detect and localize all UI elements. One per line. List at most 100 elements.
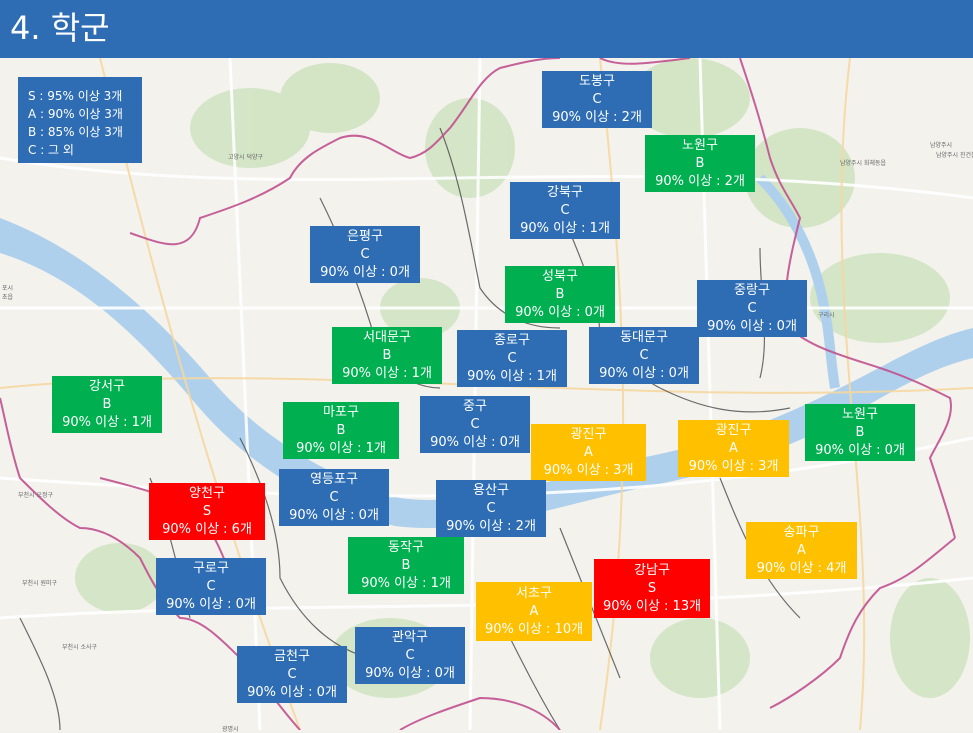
district-grade: C bbox=[592, 91, 602, 107]
district-grade: C bbox=[329, 489, 339, 505]
map-label: 남양주시 bbox=[930, 142, 953, 149]
district-stat: 90% 이상 : 0개 bbox=[289, 507, 379, 523]
district-box: 동작구 B 90% 이상 : 1개 bbox=[348, 537, 464, 594]
title-bar: 4. 학군 bbox=[0, 0, 973, 58]
district-grade: C bbox=[470, 416, 480, 432]
district-box: 양천구 S 90% 이상 : 6개 bbox=[149, 483, 265, 540]
district-stat: 90% 이상 : 1개 bbox=[296, 440, 386, 456]
district-name: 노원구 bbox=[682, 137, 718, 153]
page-title: 4. 학군 bbox=[10, 9, 110, 47]
district-box: 동대문구 C 90% 이상 : 0개 bbox=[589, 327, 699, 384]
district-grade: B bbox=[695, 155, 705, 171]
district-grade: A bbox=[584, 444, 593, 460]
district-box: 서대문구 B 90% 이상 : 1개 bbox=[332, 327, 442, 384]
district-grade: B bbox=[382, 347, 392, 363]
district-name: 종로구 bbox=[494, 332, 530, 348]
map-label: 부천시 오정구 bbox=[18, 492, 54, 499]
district-stat: 90% 이상 : 1개 bbox=[520, 220, 610, 236]
district-stat: 90% 이상 : 0개 bbox=[707, 318, 797, 334]
legend-item-s: S : 95% 이상 3개 bbox=[28, 89, 123, 103]
district-box: 중구 C 90% 이상 : 0개 bbox=[420, 396, 530, 453]
district-name: 관악구 bbox=[392, 629, 428, 645]
district-name: 구로구 bbox=[193, 560, 229, 576]
district-name: 노원구 bbox=[842, 406, 878, 422]
district-name: 양천구 bbox=[189, 485, 225, 501]
district-grade: B bbox=[102, 396, 112, 412]
district-grade: C bbox=[486, 500, 496, 516]
district-stat: 90% 이상 : 0개 bbox=[430, 434, 520, 450]
district-grade: C bbox=[287, 666, 297, 682]
map-label: 부천시 원미구 bbox=[22, 580, 58, 587]
district-grade: C bbox=[560, 202, 570, 218]
district-name: 금천구 bbox=[274, 648, 310, 664]
district-grade: C bbox=[639, 347, 649, 363]
district-box: 송파구 A 90% 이상 : 4개 bbox=[746, 522, 857, 579]
district-stat: 90% 이상 : 0개 bbox=[365, 665, 455, 681]
district-name: 도봉구 bbox=[579, 73, 615, 89]
district-grade: C bbox=[747, 300, 757, 316]
district-name: 서초구 bbox=[516, 585, 552, 601]
district-grade: B bbox=[855, 424, 865, 440]
district-box: 광진구 A 90% 이상 : 3개 bbox=[678, 420, 789, 477]
district-stat: 90% 이상 : 6개 bbox=[162, 521, 252, 537]
district-stat: 90% 이상 : 2개 bbox=[446, 518, 536, 534]
district-box: 강남구 S 90% 이상 : 13개 bbox=[594, 559, 710, 618]
legend-item-c: C : 그 외 bbox=[28, 143, 74, 157]
district-stat: 90% 이상 : 0개 bbox=[599, 365, 689, 381]
district-grade: S bbox=[647, 580, 657, 596]
map-label: 부천시 소사구 bbox=[62, 644, 98, 651]
grade-legend: S : 95% 이상 3개 A : 90% 이상 3개 B : 85% 이상 3… bbox=[18, 77, 142, 163]
district-stat: 90% 이상 : 3개 bbox=[543, 462, 634, 478]
district-box: 서초구 A 90% 이상 : 10개 bbox=[476, 582, 592, 641]
district-box: 영등포구 C 90% 이상 : 0개 bbox=[279, 469, 389, 526]
district-stat: 90% 이상 : 0개 bbox=[166, 596, 256, 612]
district-stat: 90% 이상 : 1개 bbox=[467, 368, 557, 384]
district-box: 중랑구 C 90% 이상 : 0개 bbox=[697, 280, 807, 337]
district-grade: A bbox=[729, 440, 738, 456]
district-name: 용산구 bbox=[473, 482, 509, 498]
district-box: 은평구 C 90% 이상 : 0개 bbox=[310, 226, 420, 283]
district-box: 노원구 B 90% 이상 : 2개 bbox=[645, 135, 755, 192]
district-name: 동작구 bbox=[388, 539, 424, 555]
map-label: 초읍 bbox=[2, 294, 14, 301]
district-stat: 90% 이상 : 10개 bbox=[484, 621, 584, 637]
legend-item-a: A : 90% 이상 3개 bbox=[28, 107, 123, 121]
district-grade: B bbox=[555, 286, 565, 302]
district-name: 강남구 bbox=[634, 562, 670, 578]
district-box: 관악구 C 90% 이상 : 0개 bbox=[355, 627, 465, 684]
map-label: 구리시 bbox=[818, 312, 835, 319]
district-stat: 90% 이상 : 13개 bbox=[602, 598, 702, 614]
district-name: 성북구 bbox=[542, 268, 578, 284]
district-grade: B bbox=[401, 557, 411, 573]
district-stat: 90% 이상 : 2개 bbox=[552, 109, 642, 125]
district-grade: A bbox=[529, 603, 539, 619]
district-box: 강서구 B 90% 이상 : 1개 bbox=[52, 376, 162, 433]
map-label: 남양주시 화체동읍 bbox=[840, 160, 887, 167]
district-name: 영등포구 bbox=[310, 471, 358, 487]
district-grade: C bbox=[405, 647, 415, 663]
district-stat: 90% 이상 : 4개 bbox=[756, 560, 847, 576]
district-stat: 90% 이상 : 1개 bbox=[62, 414, 152, 430]
district-stat: 90% 이상 : 3개 bbox=[688, 458, 779, 474]
map-label: 고양시 덕양구 bbox=[228, 154, 264, 161]
district-box: 도봉구 C 90% 이상 : 2개 bbox=[542, 71, 652, 128]
district-grade: C bbox=[507, 350, 517, 366]
district-name: 송파구 bbox=[783, 524, 820, 540]
district-stat: 90% 이상 : 2개 bbox=[655, 173, 745, 189]
legend-item-b: B : 85% 이상 3개 bbox=[28, 125, 123, 139]
district-stat: 90% 이상 : 0개 bbox=[515, 304, 605, 320]
map-label: 광명시 bbox=[222, 726, 239, 733]
district-box: 용산구 C 90% 이상 : 2개 bbox=[436, 480, 546, 537]
map-label: 남양주시 진건읍 bbox=[936, 152, 973, 159]
district-name: 중랑구 bbox=[734, 282, 770, 298]
district-box: 종로구 C 90% 이상 : 1개 bbox=[457, 330, 567, 387]
district-box: 광진구 A 90% 이상 : 3개 bbox=[531, 424, 646, 481]
district-box: 강북구 C 90% 이상 : 1개 bbox=[510, 182, 620, 239]
district-name: 중구 bbox=[463, 398, 487, 414]
district-grade: B bbox=[336, 422, 346, 438]
district-box: 금천구 C 90% 이상 : 0개 bbox=[237, 646, 347, 703]
district-stat: 90% 이상 : 0개 bbox=[320, 264, 410, 280]
district-grade: C bbox=[206, 578, 216, 594]
district-stat: 90% 이상 : 0개 bbox=[247, 684, 337, 700]
district-grade: A bbox=[797, 542, 806, 558]
